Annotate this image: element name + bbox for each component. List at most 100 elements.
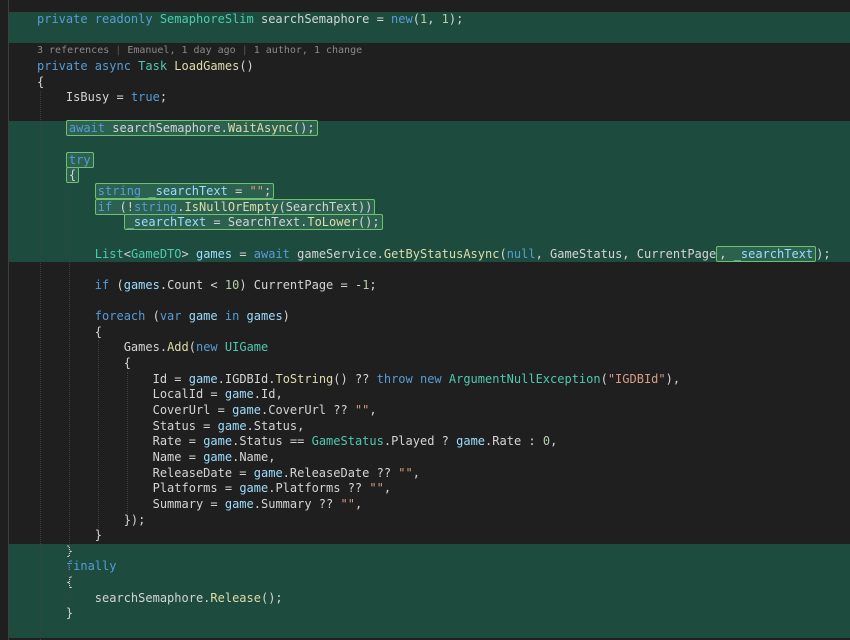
code-token: private async xyxy=(37,58,139,73)
code-line[interactable] xyxy=(9,106,850,122)
code-token: = xyxy=(167,371,189,386)
code-line[interactable]: finally xyxy=(9,559,850,576)
code-token: games xyxy=(246,309,283,324)
code-line[interactable]: Id = game.IGDBId.ToString() ?? throw new… xyxy=(9,372,850,388)
code-token: , xyxy=(369,403,377,418)
code-token: games xyxy=(123,277,160,292)
code-line[interactable]: Name = game.Name, xyxy=(9,450,850,466)
code-line[interactable]: { xyxy=(9,75,850,91)
codelens-changes[interactable]: 1 author, 1 change xyxy=(254,45,362,56)
code-token: Platforms xyxy=(275,481,341,496)
code-token: , xyxy=(383,481,392,496)
code-line[interactable]: ReleaseDate = game.ReleaseDate ?? "", xyxy=(9,466,850,482)
code-token: throw new xyxy=(376,371,449,386)
code-line[interactable]: Platforms = game.Platforms ?? "", xyxy=(9,481,850,497)
code-token: ); xyxy=(816,246,831,261)
code-token: ); xyxy=(448,12,464,26)
code-token: = xyxy=(206,215,228,230)
code-line[interactable]: } xyxy=(9,606,850,622)
code-token: = xyxy=(369,12,392,26)
code-token: (); xyxy=(292,121,315,136)
code-line[interactable]: Status = game.Status, xyxy=(9,419,850,435)
code-line[interactable]: try xyxy=(9,151,850,169)
code-token: ?? xyxy=(311,496,341,511)
code-token: _searchText xyxy=(148,184,228,199)
code-editor[interactable]: private readonly SemaphoreSlim searchSem… xyxy=(0,0,850,640)
code-token: Status xyxy=(253,418,298,433)
code-token: GameDTO xyxy=(130,246,182,261)
code-area[interactable]: private readonly SemaphoreSlim searchSem… xyxy=(9,0,850,638)
code-token: ), xyxy=(665,371,681,386)
code-token: WaitAsync xyxy=(227,121,293,136)
code-line[interactable] xyxy=(9,230,850,247)
code-token: Games xyxy=(123,340,160,355)
code-token: { xyxy=(37,356,131,371)
code-line[interactable]: _searchText = SearchText.ToLower(); xyxy=(9,214,850,231)
code-line[interactable]: searchSemaphore.Release(); xyxy=(9,590,850,607)
code-token: searchSemaphore xyxy=(94,590,204,605)
code-line[interactable] xyxy=(9,621,850,638)
code-token: "" xyxy=(398,465,413,480)
code-token: = xyxy=(181,449,204,464)
code-token: > xyxy=(181,246,196,261)
code-token: game xyxy=(203,434,233,449)
code-line[interactable]: private async Task LoadGames() xyxy=(9,59,850,75)
code-line[interactable]: { xyxy=(9,356,850,372)
code-line[interactable]: }); xyxy=(9,513,850,529)
code-token: _searchText xyxy=(126,215,207,230)
code-token: () xyxy=(239,58,254,73)
code-token: _searchText xyxy=(733,246,814,261)
code-token: SemaphoreSlim xyxy=(159,12,254,26)
code-token: ; xyxy=(264,184,272,199)
code-line[interactable]: Games.Add(new UIGame xyxy=(9,340,850,356)
code-line[interactable]: foreach (var game in games) xyxy=(9,309,850,325)
code-line[interactable]: await searchSemaphore.WaitAsync(); xyxy=(9,120,850,138)
codelens-author[interactable]: Emanuel, 1 day ago xyxy=(127,45,235,56)
code-line[interactable]: { xyxy=(9,575,850,591)
code-token: foreach xyxy=(94,309,153,324)
code-line[interactable] xyxy=(9,27,850,44)
code-line[interactable]: } xyxy=(9,528,850,544)
code-line[interactable]: private readonly SemaphoreSlim searchSem… xyxy=(9,12,850,28)
codelens-row[interactable]: 3 references | Emanuel, 1 day ago | 1 au… xyxy=(9,43,850,59)
diff-changed-box: await searchSemaphore.WaitAsync(); xyxy=(65,120,318,137)
code-line[interactable] xyxy=(9,262,850,278)
code-line[interactable] xyxy=(9,137,850,153)
code-token: List xyxy=(94,246,124,261)
code-line[interactable]: LocalId = game.Id, xyxy=(9,387,850,403)
code-line[interactable] xyxy=(9,294,850,310)
code-line[interactable]: Summary = game.Summary ?? "", xyxy=(9,497,850,513)
code-token: = xyxy=(210,403,233,418)
code-token: game xyxy=(253,465,283,480)
code-token: ) xyxy=(239,277,254,292)
code-line[interactable]: CoverUrl = game.CoverUrl ?? "", xyxy=(9,403,850,419)
code-line[interactable]: Rate = game.Status == GameStatus.Played … xyxy=(9,434,850,450)
code-token: ? xyxy=(434,434,457,449)
code-token: = xyxy=(203,387,225,402)
code-token: "" xyxy=(354,403,370,418)
code-token: Status xyxy=(152,418,196,433)
code-line[interactable]: if (!string.IsNullOrEmpty(SearchText)) xyxy=(9,198,850,216)
code-line[interactable]: if (games.Count < 10) CurrentPage = -1; xyxy=(9,278,850,294)
code-line[interactable]: } xyxy=(9,543,850,560)
code-token: = xyxy=(232,465,254,480)
codelens-references[interactable]: 3 references xyxy=(37,45,109,56)
code-line[interactable]: List<GameDTO> games = await gameService.… xyxy=(9,245,850,263)
code-token: { xyxy=(37,74,45,89)
code-token: }); xyxy=(37,512,146,527)
code-line[interactable]: { xyxy=(9,325,850,341)
code-token: ?? xyxy=(340,481,370,496)
code-line[interactable]: IsBusy = true; xyxy=(9,90,850,106)
code-token: , xyxy=(297,418,305,433)
code-token: Name xyxy=(239,449,269,464)
code-token: ReleaseDate xyxy=(289,465,370,480)
code-line[interactable]: string _searchText = ""; xyxy=(9,183,850,200)
code-token: ?? xyxy=(326,403,355,418)
code-line[interactable]: { xyxy=(9,167,850,185)
